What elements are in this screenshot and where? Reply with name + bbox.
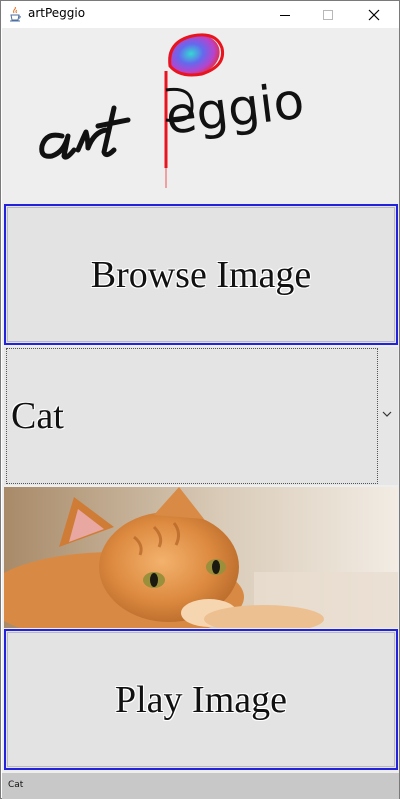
title-bar[interactable]: artPeggio [1,1,399,28]
minimize-icon [280,14,290,16]
status-bar: Cat [2,773,399,799]
cat-photo [4,487,398,628]
maximize-icon [323,9,333,20]
minimize-button[interactable] [262,1,308,28]
window-title: artPeggio [28,6,86,20]
image-select[interactable]: Cat [4,347,398,485]
chevron-down-icon[interactable] [380,407,394,421]
browse-image-label: Browse Image [90,253,312,296]
browse-image-button[interactable]: Browse Image [4,204,398,345]
main-panel: eggio Browse Image Cat Play Image [2,28,399,773]
java-cup-icon [10,7,21,22]
maximize-button[interactable] [305,1,351,28]
artpeggio-logo: eggio [2,28,399,203]
app-window: artPeggio eggio Browse Image Cat Play Im… [0,0,400,799]
preview-image [4,487,398,628]
play-image-button[interactable]: Play Image [4,629,398,770]
svg-text:eggio: eggio [162,71,307,145]
image-select-value: Cat [11,395,64,437]
status-text: Cat [8,780,24,790]
play-image-label: Play Image [114,678,287,721]
close-icon [368,9,380,20]
image-select-field[interactable]: Cat [6,348,378,484]
close-button[interactable] [351,1,397,28]
logo-graphic: eggio [39,33,307,188]
